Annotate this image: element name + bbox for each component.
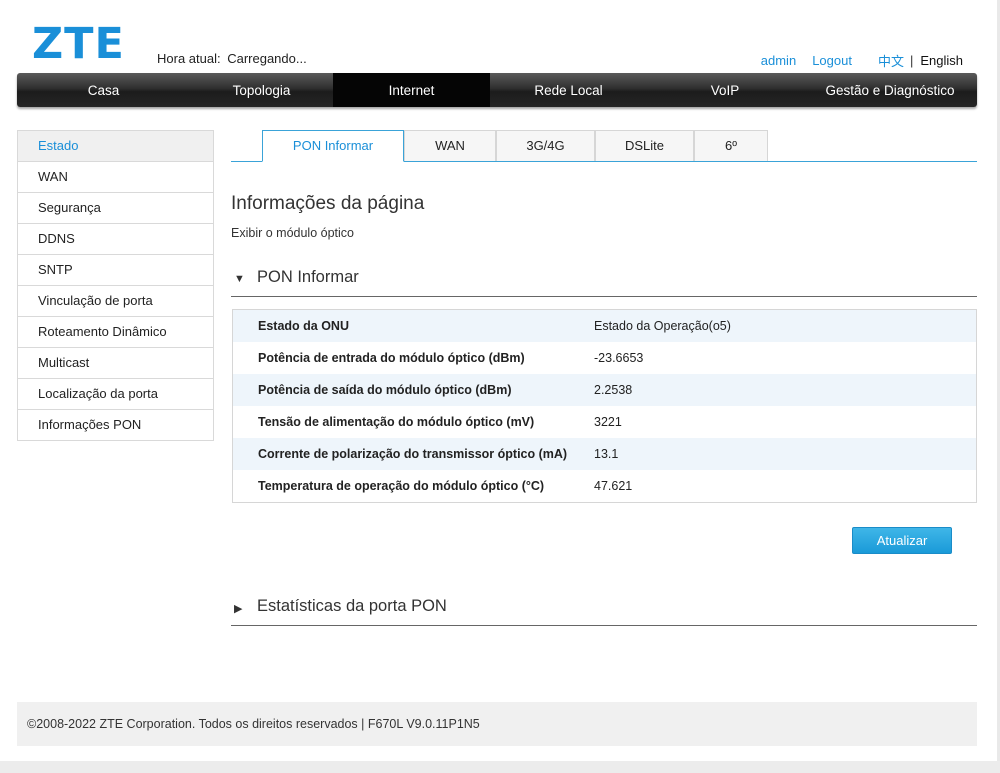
page-description: Exibir o módulo óptico: [231, 226, 354, 240]
row-value: 13.1: [594, 447, 619, 461]
row-label: Temperatura de operação do módulo óptico…: [258, 479, 545, 493]
lang-separator: |: [909, 53, 914, 68]
user-link[interactable]: admin: [761, 53, 796, 68]
main-nav: Casa Topologia Internet Rede Local VoIP …: [17, 73, 977, 107]
nav-item-gestao-diagnostico[interactable]: Gestão e Diagnóstico: [803, 73, 977, 107]
pon-section-header[interactable]: ▼ PON Informar: [231, 265, 977, 297]
sidebar-item-ddns[interactable]: DDNS: [18, 224, 213, 255]
pon-section-title: PON Informar: [257, 268, 359, 286]
clock-label: Hora atual:: [157, 51, 221, 66]
current-time: Hora atual: Carregando...: [157, 51, 307, 66]
sidebar-item-estado[interactable]: Estado: [18, 131, 213, 162]
row-label: Estado da ONU: [258, 319, 349, 333]
caret-right-icon: ▶: [234, 603, 243, 615]
refresh-button[interactable]: Atualizar: [852, 527, 952, 554]
table-row: Estado da ONU Estado da Operação(o5): [233, 310, 976, 342]
tab-bar: PON Informar WAN 3G/4G DSLite 6º: [231, 130, 977, 162]
sidebar-item-vinculacao-porta[interactable]: Vinculação de porta: [18, 286, 213, 317]
logout-link[interactable]: Logout: [812, 53, 852, 68]
row-label: Potência de entrada do módulo óptico (dB…: [258, 351, 525, 365]
row-value: -23.6653: [594, 351, 644, 365]
sidebar-item-roteamento-dinamico[interactable]: Roteamento Dinâmico: [18, 317, 213, 348]
sidebar: Estado WAN Segurança DDNS SNTP Vinculaçã…: [17, 130, 214, 441]
lang-chinese-link[interactable]: 中文: [878, 51, 904, 70]
sidebar-item-informacoes-pon[interactable]: Informações PON: [18, 410, 213, 441]
row-label: Tensão de alimentação do módulo óptico (…: [258, 415, 535, 429]
table-row: Tensão de alimentação do módulo óptico (…: [233, 406, 976, 438]
tab-dslite[interactable]: DSLite: [595, 130, 694, 161]
page-title: Informações da página: [231, 193, 425, 214]
tab-wan[interactable]: WAN: [404, 130, 496, 161]
nav-item-voip[interactable]: VoIP: [647, 73, 803, 107]
row-value: Estado da Operação(o5): [594, 319, 731, 333]
row-value: 47.621: [594, 479, 633, 493]
window-bottom-edge: [0, 761, 1000, 773]
pon-info-table: Estado da ONU Estado da Operação(o5) Pot…: [232, 309, 977, 503]
caret-down-icon: ▼: [234, 273, 245, 285]
tab-6[interactable]: 6º: [694, 130, 768, 161]
row-label: Corrente de polarização do transmissor ó…: [258, 447, 568, 461]
stats-section-title: Estatísticas da porta PON: [257, 597, 447, 615]
sidebar-item-sntp[interactable]: SNTP: [18, 255, 213, 286]
nav-item-casa[interactable]: Casa: [17, 73, 190, 107]
footer: ©2008-2022 ZTE Corporation. Todos os dir…: [17, 702, 977, 746]
top-links: admin Logout 中文 | English: [761, 51, 963, 70]
clock-value: Carregando...: [227, 51, 307, 66]
table-row: Corrente de polarização do transmissor ó…: [233, 438, 976, 470]
table-row: Potência de saída do módulo óptico (dBm)…: [233, 374, 976, 406]
table-row: Temperatura de operação do módulo óptico…: [233, 470, 976, 502]
tab-3g-4g[interactable]: 3G/4G: [496, 130, 595, 161]
lang-english-link[interactable]: English: [920, 53, 963, 68]
row-value: 3221: [594, 415, 622, 429]
sidebar-item-wan[interactable]: WAN: [18, 162, 213, 193]
sidebar-item-seguranca[interactable]: Segurança: [18, 193, 213, 224]
sidebar-item-localizacao-porta[interactable]: Localização da porta: [18, 379, 213, 410]
row-value: 2.2538: [594, 383, 633, 397]
sidebar-item-multicast[interactable]: Multicast: [18, 348, 213, 379]
nav-item-rede-local[interactable]: Rede Local: [490, 73, 647, 107]
zte-logo: ZTE: [32, 19, 125, 69]
row-label: Potência de saída do módulo óptico (dBm): [258, 383, 512, 397]
stats-section-header[interactable]: ▶ Estatísticas da porta PON: [231, 594, 977, 626]
nav-item-topologia[interactable]: Topologia: [190, 73, 333, 107]
tab-pon-informar[interactable]: PON Informar: [262, 130, 404, 162]
nav-item-internet[interactable]: Internet: [333, 73, 490, 107]
table-row: Potência de entrada do módulo óptico (dB…: [233, 342, 976, 374]
